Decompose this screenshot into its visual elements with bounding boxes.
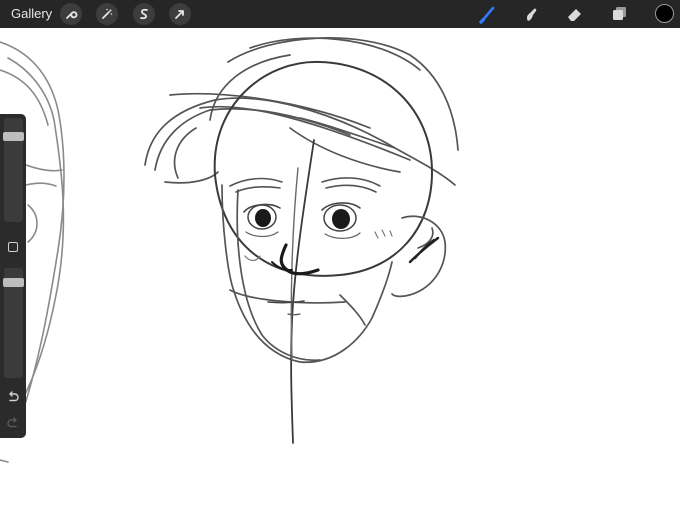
magic-wand-icon [102,8,113,19]
layers-icon [613,7,626,20]
gallery-button[interactable]: Gallery [11,6,52,21]
brush-size-slider[interactable] [3,118,24,222]
smudge-tool-button[interactable] [520,2,544,26]
transform-arrow-icon [175,10,184,19]
eraser-icon [568,9,581,21]
layers-button[interactable] [607,2,631,26]
transform-button[interactable] [169,3,191,25]
sketch-artwork [0,37,459,463]
brush-size-thumb[interactable] [3,132,24,141]
eraser-tool-button[interactable] [563,2,587,26]
brush-tool-button[interactable] [476,2,500,26]
actions-button[interactable] [60,3,82,25]
undo-icon[interactable] [6,390,20,404]
redo-icon[interactable] [6,416,20,430]
face-outline [221,184,447,363]
opacity-thumb[interactable] [3,278,24,287]
color-picker-button[interactable] [655,4,674,23]
adjustments-button[interactable] [96,3,118,25]
selection-icon [140,8,148,20]
top-toolbar: Gallery [0,0,680,28]
wrench-icon [66,11,78,19]
left-sidebar [0,114,26,438]
hair [144,37,459,186]
modify-button-icon[interactable] [8,242,18,252]
brush-icon [479,6,495,24]
smudge-icon [526,8,537,21]
selection-button[interactable] [133,3,155,25]
drawing-canvas[interactable] [0,28,680,510]
eyebrows [229,177,381,193]
opacity-slider[interactable] [3,268,24,378]
